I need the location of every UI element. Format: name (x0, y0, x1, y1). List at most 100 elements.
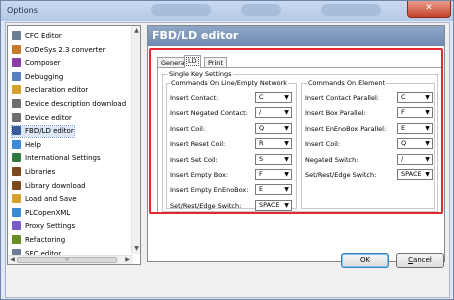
commands-on-element-label: Commands On Element (307, 79, 387, 87)
tree-item[interactable]: Help (12, 139, 41, 151)
dropdown-arrow-icon[interactable]: ▼ (424, 125, 431, 132)
setting-row: Insert Contact Parallel: C ▼ (305, 92, 433, 104)
setting-label: Insert Empty EnEnoBox: (170, 186, 249, 195)
declaration-editor-icon (12, 85, 21, 95)
tree-item[interactable]: Libraries (12, 167, 55, 178)
settings-panel: FBD/LD editor General LD Print Single Ke… (147, 25, 445, 262)
key-dropdown-value: F (401, 108, 405, 117)
setting-label: Set/Rest/Edge Switch: (170, 201, 242, 210)
key-dropdown[interactable]: SPACE ▼ (255, 199, 292, 211)
tree-item[interactable]: Device editor (12, 112, 72, 124)
tree-item[interactable]: Device description download (12, 99, 126, 110)
tree-item[interactable]: Composer (12, 58, 61, 69)
dropdown-arrow-icon[interactable]: ▼ (283, 156, 290, 163)
key-dropdown[interactable]: F ▼ (397, 107, 433, 119)
dropdown-arrow-icon[interactable]: ▼ (424, 109, 431, 116)
close-button[interactable]: ✕ (407, 1, 451, 18)
help-icon (12, 139, 21, 149)
tree-item-label: Debugging (25, 72, 64, 81)
setting-row: Insert Reset Coil: R ▼ (170, 138, 292, 150)
tree-horizontal-scrollbar[interactable]: ◀ ≡ ▶ (8, 255, 133, 264)
commands-on-element-group: Commands On Element Insert Contact Paral… (301, 79, 435, 209)
ok-button[interactable]: OK (341, 253, 389, 268)
tree-item[interactable]: Library download (12, 180, 86, 192)
device-download-icon (12, 99, 21, 108)
refactoring-icon (12, 235, 21, 244)
tree-item[interactable]: CFC Editor (12, 31, 62, 42)
scroll-left-arrow-icon[interactable]: ◀ (9, 256, 16, 263)
dropdown-arrow-icon[interactable]: ▼ (283, 140, 290, 147)
key-dropdown[interactable]: S ▼ (255, 153, 292, 165)
category-tree[interactable]: CFC Editor CoDeSys 2.3 converter Composer D… (7, 25, 141, 265)
setting-label: Insert EnEnoBox Parallel: (305, 124, 387, 133)
setting-label: Insert Box Parallel: (305, 109, 366, 118)
setting-label: Insert Reset Coil: (170, 140, 226, 149)
tree-item[interactable]: Load and Save (12, 194, 77, 205)
setting-row: Set/Rest/Edge Switch: SPACE ▼ (170, 199, 292, 212)
tree-item[interactable]: FBD/LD editor (11, 125, 75, 139)
background-window-blur (151, 4, 211, 16)
tree-vertical-scrollbar[interactable]: ▲ ▼ (131, 26, 140, 254)
key-dropdown[interactable]: E ▼ (397, 122, 433, 134)
dropdown-arrow-icon[interactable]: ▼ (283, 186, 290, 193)
tree-item-label: Refactoring (25, 236, 66, 244)
setting-row: Insert Box Parallel: F ▼ (305, 107, 433, 119)
dropdown-arrow-icon[interactable]: ▼ (283, 109, 290, 116)
tree-item[interactable]: International Settings (12, 153, 101, 164)
dropdown-arrow-icon[interactable]: ▼ (424, 156, 431, 163)
setting-row: Insert Empty Box: F ▼ (170, 169, 292, 181)
key-dropdown[interactable]: Q ▼ (255, 122, 292, 134)
key-dropdown-value: E (259, 185, 264, 194)
setting-row: Insert Coil: Q ▼ (305, 138, 433, 150)
title-bar[interactable]: Options ✕ (1, 1, 453, 21)
key-dropdown[interactable]: / ▼ (255, 107, 292, 119)
setting-row: Insert Coil: Q ▼ (170, 122, 292, 135)
converter-icon (12, 44, 21, 54)
scroll-up-arrow-icon[interactable]: ▲ (133, 27, 140, 34)
tree-item-label: Libraries (25, 168, 56, 176)
scroll-down-arrow-icon[interactable]: ▼ (133, 245, 140, 252)
tree-item[interactable]: PLCopenXML (12, 207, 70, 219)
tab-print[interactable]: Print (204, 57, 227, 67)
tree-item[interactable]: Declaration editor (12, 85, 88, 96)
horizontal-scroll-thumb[interactable]: ≡ (17, 257, 117, 263)
tab-ld[interactable]: LD (184, 55, 201, 68)
dropdown-arrow-icon[interactable]: ▼ (283, 125, 290, 132)
tree-item-label: FBD/LD editor (25, 127, 74, 136)
key-dropdown[interactable]: Q ▼ (397, 138, 433, 150)
setting-row: Insert Empty EnEnoBox: E ▼ (170, 184, 292, 196)
setting-row: Negated Switch: / ▼ (305, 153, 433, 166)
options-window: Options ✕ CFC Editor CoDeSys 2.3 converte… (0, 0, 454, 300)
tree-item[interactable]: Refactoring (12, 235, 65, 246)
key-dropdown-value: / (259, 108, 262, 117)
key-dropdown[interactable]: / ▼ (397, 153, 433, 165)
key-dropdown-value: S (259, 154, 264, 163)
background-window-blur (321, 4, 381, 16)
key-dropdown[interactable]: C ▼ (397, 92, 433, 103)
setting-row: Insert Negated Contact: / ▼ (170, 107, 292, 119)
key-dropdown-value: F (259, 170, 263, 178)
cancel-button[interactable]: Cancel (396, 253, 444, 268)
dropdown-arrow-icon[interactable]: ▼ (424, 94, 431, 101)
scroll-right-arrow-icon[interactable]: ▶ (124, 256, 131, 263)
dropdown-arrow-icon[interactable]: ▼ (424, 140, 431, 147)
dropdown-arrow-icon[interactable]: ▼ (283, 202, 290, 209)
tree-item[interactable]: Proxy Settings (12, 221, 75, 232)
key-dropdown[interactable]: E ▼ (255, 184, 292, 196)
key-dropdown[interactable]: F ▼ (255, 169, 292, 180)
key-dropdown-value: R (259, 139, 264, 148)
key-dropdown[interactable]: SPACE ▼ (397, 169, 433, 180)
dropdown-arrow-icon[interactable]: ▼ (283, 94, 290, 101)
ld-tab-content: Single Key Settings Commands On Line/Emp… (157, 67, 442, 214)
key-dropdown[interactable]: R ▼ (255, 138, 292, 150)
dropdown-arrow-icon[interactable]: ▼ (424, 171, 431, 178)
key-dropdown-value: / (401, 154, 404, 163)
key-dropdown[interactable]: C ▼ (255, 92, 292, 103)
tree-item[interactable]: Debugging (12, 71, 64, 83)
setting-label: Insert Empty Box: (170, 171, 229, 179)
commands-on-line-label: Commands On Line/Empty Network (170, 79, 289, 87)
setting-row: Set/Rest/Edge Switch: SPACE ▼ (305, 169, 433, 181)
dropdown-arrow-icon[interactable]: ▼ (283, 171, 290, 178)
tree-item-label: CFC Editor (25, 32, 62, 40)
tree-item[interactable]: CoDeSys 2.3 converter (12, 44, 106, 56)
